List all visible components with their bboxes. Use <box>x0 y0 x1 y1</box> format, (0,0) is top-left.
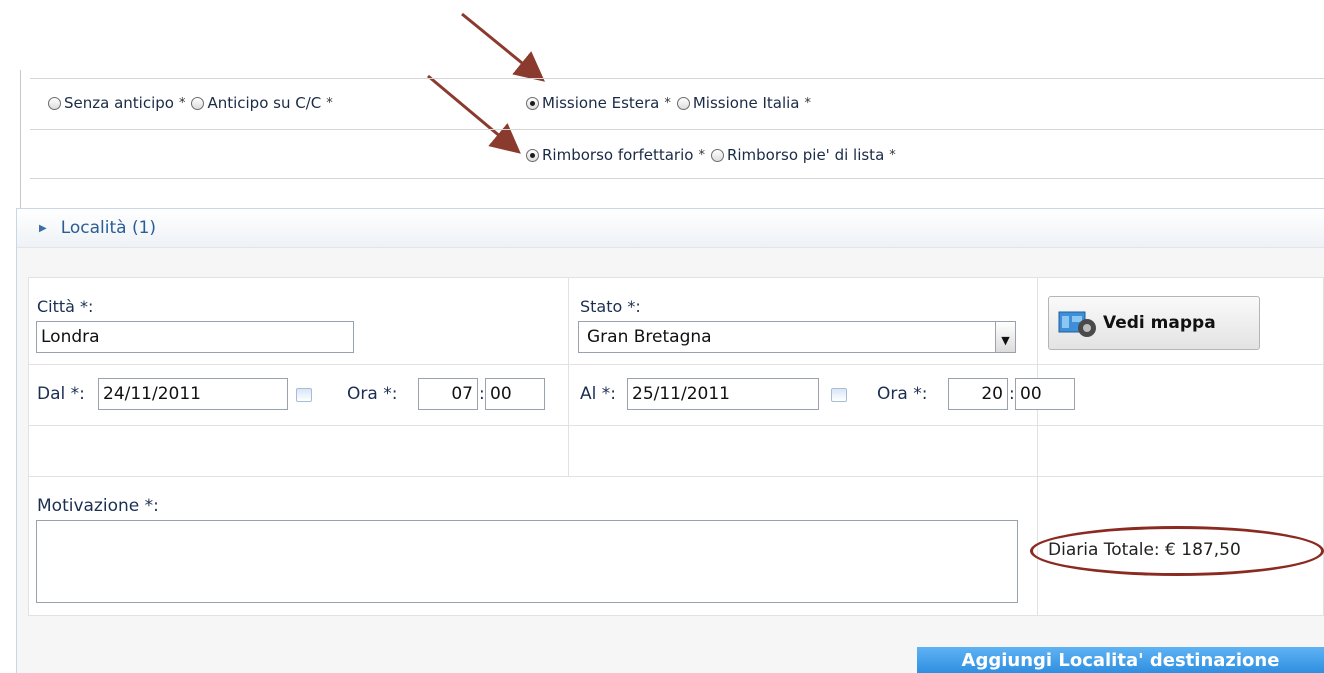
anticipo-radio-group: Senza anticipo * Anticipo su C/C * <box>48 94 339 112</box>
required-mark: * <box>889 147 896 163</box>
radio-label: Rimborso forfettario <box>542 146 694 164</box>
radio-missione-italia[interactable] <box>676 96 690 110</box>
divider <box>30 178 1324 179</box>
ora-label: Ora *: <box>347 384 398 404</box>
expand-triangle-icon[interactable]: ▶ <box>39 223 47 234</box>
radio-senza-anticipo[interactable] <box>48 96 61 110</box>
dal-date-input[interactable]: 24/11/2011 <box>98 378 288 410</box>
radio-label: Senza anticipo <box>64 94 174 112</box>
ora-hour-input[interactable]: 20 <box>948 378 1008 410</box>
radio-rimborso-forfettario[interactable] <box>526 148 539 162</box>
dal-label: Dal *: <box>37 384 85 404</box>
radio-missione-estera[interactable] <box>526 96 539 110</box>
required-mark: * <box>804 95 811 111</box>
divider <box>30 78 1324 79</box>
required-mark: * <box>664 95 671 111</box>
stato-select[interactable]: Gran Bretagna ▼ <box>578 321 1016 353</box>
ora-hour-input[interactable]: 07 <box>418 378 478 410</box>
calendar-icon[interactable] <box>831 388 847 402</box>
empty-cell <box>1037 425 1324 477</box>
time-separator: : <box>479 384 485 404</box>
citta-input[interactable]: Londra <box>36 321 354 353</box>
vedi-mappa-button[interactable]: Vedi mappa <box>1048 296 1260 350</box>
ora-minute-input[interactable]: 00 <box>485 378 545 410</box>
required-mark: * <box>326 95 333 111</box>
arrow-missione <box>461 12 545 82</box>
rimborso-radio-group: Rimborso forfettario * Rimborso pie' di … <box>526 146 902 164</box>
section-title: Località (1) <box>60 218 157 238</box>
ora-label: Ora *: <box>877 384 928 404</box>
annotation-ellipse <box>1030 526 1324 576</box>
empty-cell <box>568 425 1038 477</box>
ora-minute-input[interactable]: 00 <box>1015 378 1075 410</box>
divider <box>30 129 1324 130</box>
radio-label: Missione Italia <box>692 94 800 112</box>
radio-rimborso-pie-di-lista[interactable] <box>710 148 724 162</box>
empty-cell <box>1037 364 1324 426</box>
required-mark: * <box>178 95 186 111</box>
motivazione-label: Motivazione *: <box>37 496 159 516</box>
arrow-rimborso <box>427 74 521 154</box>
radio-anticipo-cc[interactable] <box>191 96 205 110</box>
map-icon <box>1058 311 1096 337</box>
radio-label: Rimborso pie' di lista <box>726 146 885 164</box>
al-label: Al *: <box>580 384 616 404</box>
required-mark: * <box>698 147 705 163</box>
motivazione-textarea[interactable] <box>36 520 1018 603</box>
stato-selected-value: Gran Bretagna <box>587 327 712 347</box>
chevron-down-icon[interactable]: ▼ <box>995 322 1015 352</box>
localita-section-header[interactable]: ▶ Località (1) <box>17 209 1324 248</box>
citta-label: Città *: <box>37 297 94 316</box>
radio-label: Missione Estera <box>542 94 660 112</box>
empty-cell <box>28 425 569 477</box>
stato-label: Stato *: <box>580 297 641 316</box>
time-separator: : <box>1009 384 1015 404</box>
missione-radio-group: Missione Estera * Missione Italia * <box>526 94 817 112</box>
vedi-mappa-label: Vedi mappa <box>1103 313 1216 333</box>
al-date-input[interactable]: 25/11/2011 <box>627 378 819 410</box>
aggiungi-localita-button[interactable]: Aggiungi Localita' destinazione <box>917 647 1324 673</box>
radio-label: Anticipo su C/C <box>207 94 322 112</box>
calendar-icon[interactable] <box>296 388 312 402</box>
